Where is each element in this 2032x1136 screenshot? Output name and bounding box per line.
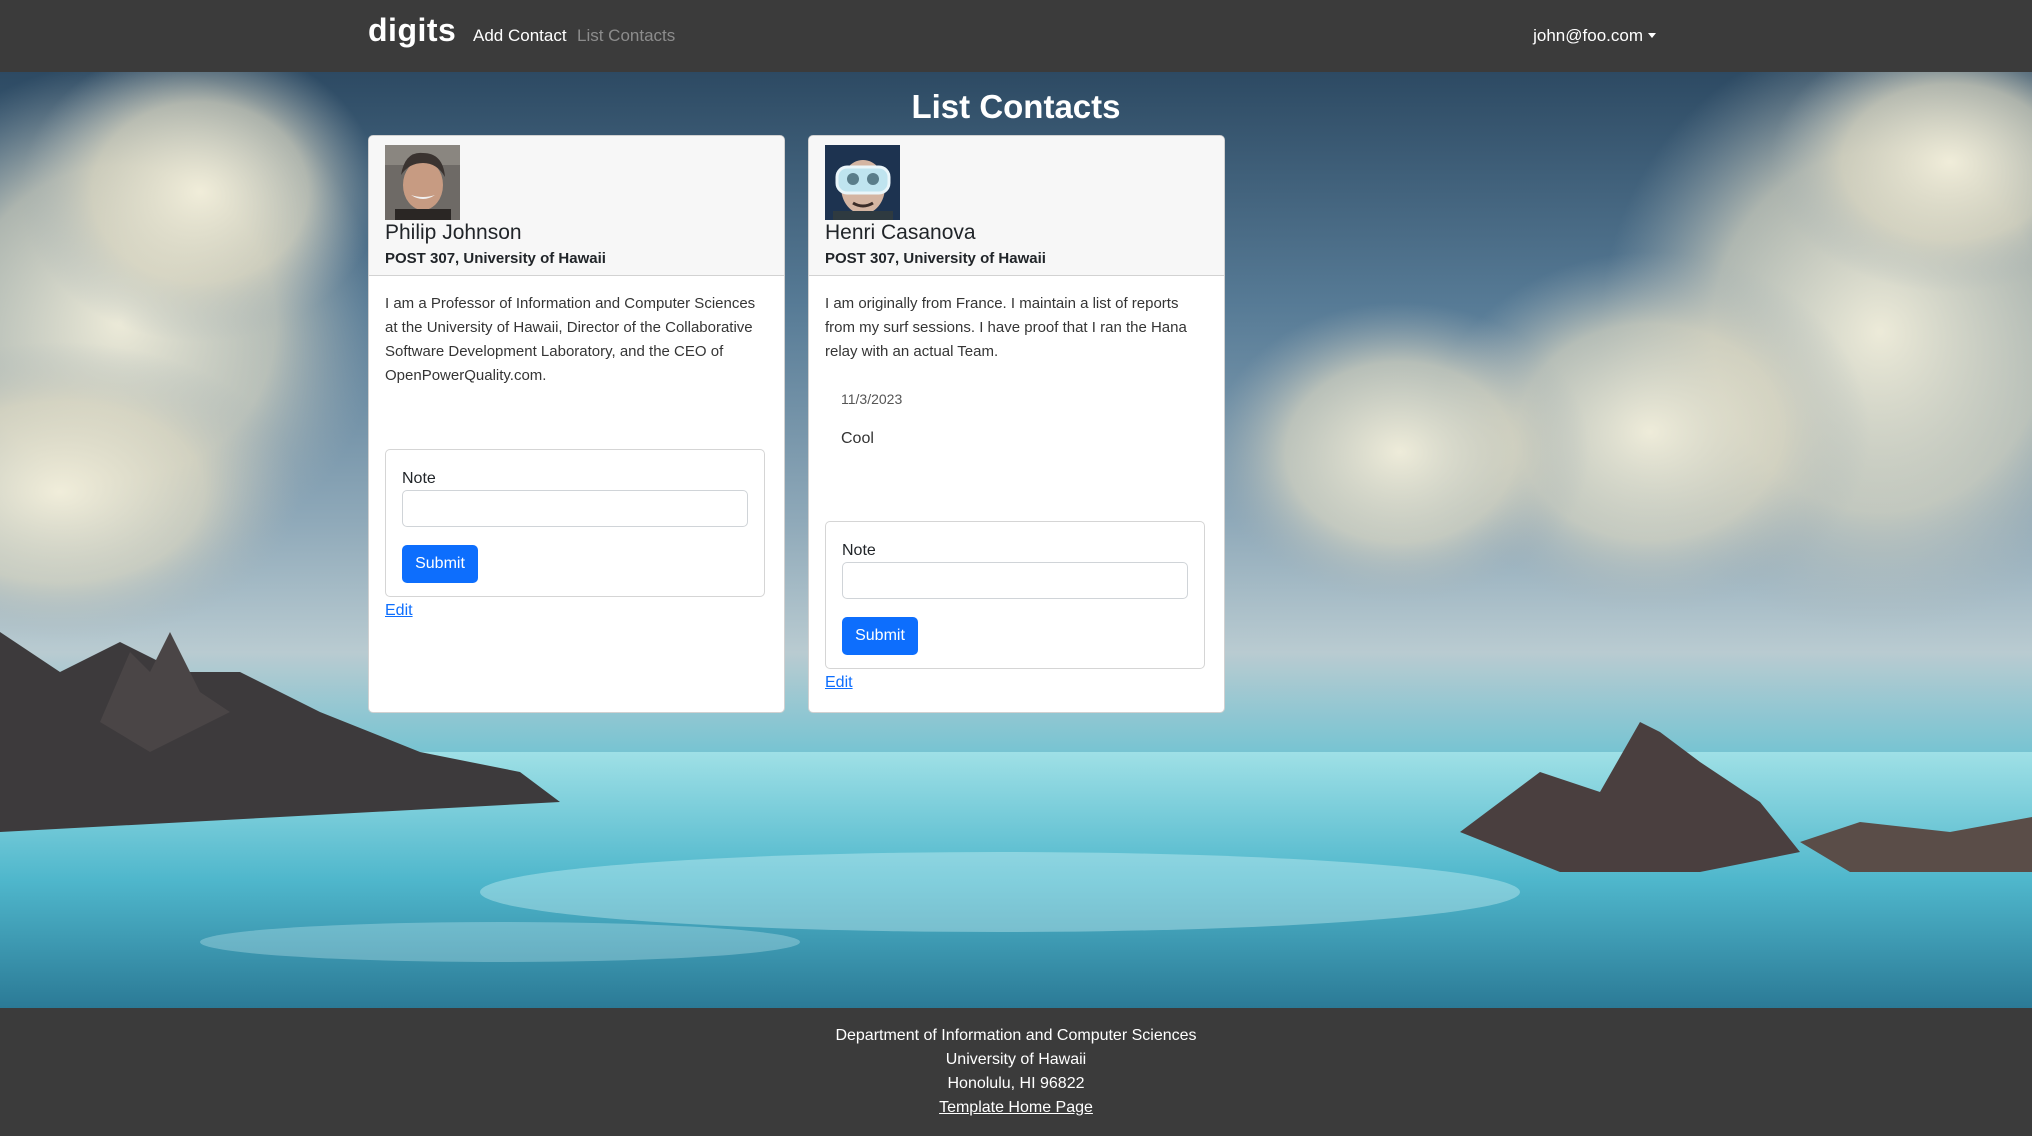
card-header: Philip Johnson POST 307, University of H…: [369, 136, 784, 276]
footer: Department of Information and Computer S…: [0, 1008, 2032, 1136]
footer-link-wrap: Template Home Page: [0, 1099, 2032, 1117]
footer-address: Honolulu, HI 96822: [947, 1075, 1085, 1092]
contact-name: Philip Johnson: [385, 221, 522, 244]
avatar-image: [825, 145, 900, 220]
contact-card: Philip Johnson POST 307, University of H…: [368, 135, 785, 713]
card-header: Henri Casanova POST 307, University of H…: [809, 136, 1224, 276]
nav-add-contact[interactable]: Add Contact: [473, 26, 567, 46]
caret-down-icon: [1648, 33, 1656, 38]
note-label: Note: [402, 470, 436, 487]
note-input[interactable]: [842, 562, 1188, 599]
edit-link[interactable]: Edit: [825, 674, 853, 692]
contact-address: POST 307, University of Hawaii: [385, 250, 606, 267]
user-dropdown[interactable]: john@foo.com: [1533, 26, 1656, 46]
edit-link[interactable]: Edit: [385, 602, 413, 620]
template-home-link[interactable]: Template Home Page: [939, 1099, 1093, 1116]
submit-button[interactable]: Submit: [842, 617, 918, 655]
page-title: List Contacts: [911, 88, 1121, 125]
brand-logo[interactable]: digits: [368, 12, 456, 49]
contact-address: POST 307, University of Hawaii: [825, 250, 1046, 267]
note-label: Note: [842, 542, 876, 559]
footer-department: Department of Information and Computer S…: [835, 1027, 1197, 1044]
avatar-image: [385, 145, 460, 220]
contact-card: Henri Casanova POST 307, University of H…: [808, 135, 1225, 713]
add-note-form: Note Submit: [825, 521, 1205, 669]
contact-name: Henri Casanova: [825, 221, 976, 244]
contact-description: I am a Professor of Information and Comp…: [385, 295, 756, 384]
navbar: digits Add Contact List Contacts john@fo…: [0, 0, 2032, 72]
add-note-form: Note Submit: [385, 449, 765, 597]
footer-university: University of Hawaii: [945, 1051, 1087, 1068]
note-input[interactable]: [402, 490, 748, 527]
nav-list-contacts[interactable]: List Contacts: [577, 26, 675, 46]
user-email: john@foo.com: [1533, 26, 1643, 45]
note-text: Cool: [841, 430, 874, 447]
contact-description: I am originally from France. I maintain …: [825, 295, 1187, 360]
note-date: 11/3/2023: [841, 391, 903, 407]
submit-button[interactable]: Submit: [402, 545, 478, 583]
